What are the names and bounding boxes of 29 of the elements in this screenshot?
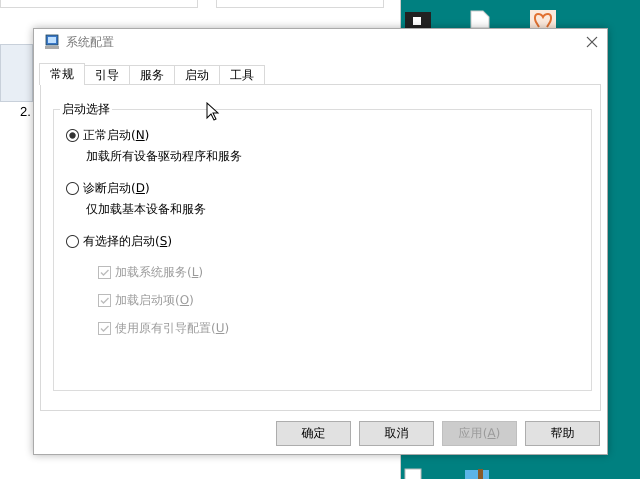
dialog-button[interactable]: 帮助: [525, 421, 600, 446]
tab[interactable]: 工具: [219, 65, 265, 84]
option-label: 加载系统服务(L): [115, 264, 204, 280]
dialog-button[interactable]: 确定: [276, 421, 351, 446]
tab[interactable]: 服务: [129, 65, 175, 84]
mouse-cursor-icon: [206, 102, 220, 122]
radio-button[interactable]: [66, 234, 79, 248]
radio-button[interactable]: [66, 182, 79, 194]
option-label: 诊断启动(D): [83, 180, 150, 196]
option-label: 加载启动项(O): [115, 292, 194, 308]
image-thumbnail[interactable]: [0, 44, 33, 102]
close-button[interactable]: [585, 35, 599, 49]
option-label: 有选择的启动(S): [83, 232, 172, 250]
option-description: 仅加载基本设备和服务: [86, 201, 207, 218]
option-description: 加载所有设备驱动程序和服务: [86, 148, 243, 165]
option-label: 正常启动(N): [83, 126, 150, 144]
app-icon[interactable]: [405, 12, 431, 28]
folder-icon[interactable]: [464, 468, 490, 479]
option-label: 使用原有引导配置(U): [115, 320, 230, 336]
window-title: 系统配置: [66, 34, 115, 50]
file-name[interactable]: 2.: [20, 104, 31, 119]
tab[interactable]: 常规: [39, 63, 85, 85]
tab[interactable]: 引导: [84, 65, 130, 84]
group-title: 启动选择: [61, 101, 111, 118]
computer-icon: [44, 34, 60, 50]
dialog-button[interactable]: 取消: [359, 421, 434, 446]
tab[interactable]: 启动: [174, 65, 220, 84]
document-icon[interactable]: [404, 468, 422, 479]
radio-button[interactable]: [66, 128, 79, 142]
